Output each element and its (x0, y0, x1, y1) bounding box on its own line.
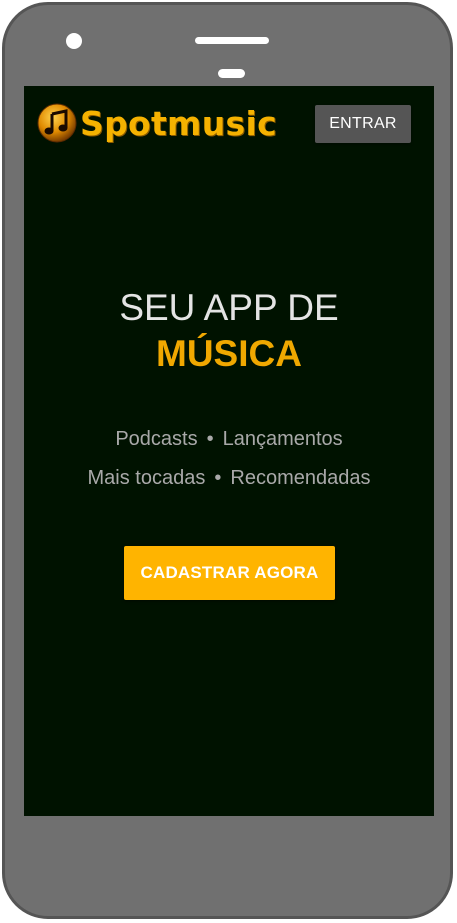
feature-separator: • (206, 428, 214, 450)
feature-separator: • (214, 467, 222, 489)
features-row-1: Podcasts • Lançamentos (24, 428, 434, 451)
front-camera (66, 33, 82, 49)
feature-mais-tocadas: Mais tocadas (87, 467, 206, 489)
phone-screen: Spotmusic ENTRAR SEU APP DE MÚSICA Podca… (24, 86, 434, 816)
features-row-2: Mais tocadas • Recomendadas (24, 467, 434, 490)
music-note-icon (37, 103, 77, 143)
proximity-sensor (218, 69, 245, 78)
feature-podcasts: Podcasts (115, 428, 198, 450)
signup-button[interactable]: CADASTRAR AGORA (124, 546, 335, 600)
hero-title-line2: MÚSICA (156, 333, 302, 374)
app-logo[interactable]: Spotmusic (37, 102, 277, 144)
feature-lancamentos: Lançamentos (222, 428, 343, 450)
login-button[interactable]: ENTRAR (315, 105, 411, 143)
hero-heading: SEU APP DE MÚSICA (24, 286, 434, 378)
feature-recomendadas: Recomendadas (230, 467, 371, 489)
logo-text: Spotmusic (80, 103, 277, 143)
hero-title-line1: SEU APP DE (119, 287, 339, 328)
earpiece-speaker (195, 37, 269, 44)
